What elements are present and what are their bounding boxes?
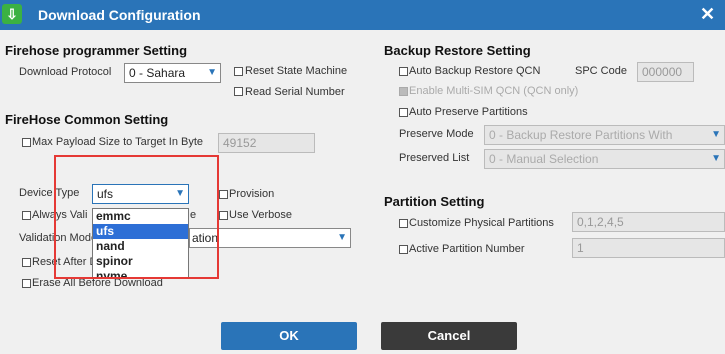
spc-code-field[interactable]: 000000 xyxy=(637,62,694,82)
preserved-list-value: 0 - Manual Selection xyxy=(489,152,599,166)
download-protocol-value: 0 - Sahara xyxy=(129,66,186,80)
chevron-down-icon: ▼ xyxy=(337,232,347,243)
active-partition-label: Active Partition Number xyxy=(409,243,525,255)
max-payload-label: Max Payload Size to Target In Byte xyxy=(32,136,203,148)
highlight-annotation-box xyxy=(54,155,219,279)
max-payload-field[interactable]: 49152 xyxy=(218,133,315,153)
preserve-mode-dropdown[interactable]: 0 - Backup Restore Partitions With ▼ xyxy=(484,125,725,145)
window-title: Download Configuration xyxy=(38,7,201,23)
customize-physical-field[interactable]: 0,1,2,4,5 xyxy=(572,212,725,232)
partition-heading: Partition Setting xyxy=(384,194,485,209)
title-bar: ⇩ Download Configuration ✕ xyxy=(0,0,725,30)
provision-checkbox[interactable] xyxy=(219,190,228,199)
backup-restore-heading: Backup Restore Setting xyxy=(384,43,531,58)
always-validate-checkbox[interactable] xyxy=(22,211,31,220)
download-protocol-label: Download Protocol xyxy=(19,66,112,78)
preserve-mode-label: Preserve Mode xyxy=(399,128,474,140)
cancel-button[interactable]: Cancel xyxy=(381,322,517,350)
auto-preserve-checkbox[interactable] xyxy=(399,108,408,117)
enable-multi-sim-checkbox[interactable] xyxy=(399,87,408,96)
provision-label: Provision xyxy=(229,188,275,200)
read-serial-number-checkbox[interactable] xyxy=(234,87,243,96)
reset-state-machine-checkbox[interactable] xyxy=(234,67,243,76)
reset-state-machine-label: Reset State Machine xyxy=(245,65,348,77)
chevron-down-icon: ▼ xyxy=(711,153,721,164)
customize-physical-checkbox[interactable] xyxy=(399,219,408,228)
active-partition-field[interactable]: 1 xyxy=(572,238,725,258)
ok-button[interactable]: OK xyxy=(221,322,357,350)
download-arrow-icon: ⇩ xyxy=(2,4,22,24)
firehose-common-heading: FireHose Common Setting xyxy=(5,112,169,127)
read-serial-number-label: Read Serial Number xyxy=(245,86,345,98)
chevron-down-icon: ▼ xyxy=(207,67,217,78)
customize-physical-label: Customize Physical Partitions xyxy=(409,217,554,229)
firehose-programmer-heading: Firehose programmer Setting xyxy=(5,43,188,58)
preserve-mode-value: 0 - Backup Restore Partitions With xyxy=(489,128,673,142)
close-icon[interactable]: ✕ xyxy=(700,4,715,25)
auto-preserve-label: Auto Preserve Partitions xyxy=(409,106,528,118)
chevron-down-icon: ▼ xyxy=(711,129,721,140)
download-protocol-dropdown[interactable]: 0 - Sahara ▼ xyxy=(124,63,221,83)
use-verbose-label: Use Verbose xyxy=(229,209,292,221)
preserved-list-label: Preserved List xyxy=(399,152,470,164)
auto-backup-checkbox[interactable] xyxy=(399,67,408,76)
active-partition-checkbox[interactable] xyxy=(399,245,408,254)
preserved-list-dropdown[interactable]: 0 - Manual Selection ▼ xyxy=(484,149,725,169)
enable-multi-sim-label: Enable Multi-SIM QCN (QCN only) xyxy=(409,85,579,97)
use-verbose-checkbox[interactable] xyxy=(219,211,228,220)
reset-after-checkbox[interactable] xyxy=(22,258,31,267)
max-payload-checkbox[interactable] xyxy=(22,138,31,147)
spc-code-label: SPC Code xyxy=(575,65,627,77)
erase-all-checkbox[interactable] xyxy=(22,279,31,288)
auto-backup-label: Auto Backup Restore QCN xyxy=(409,65,541,77)
